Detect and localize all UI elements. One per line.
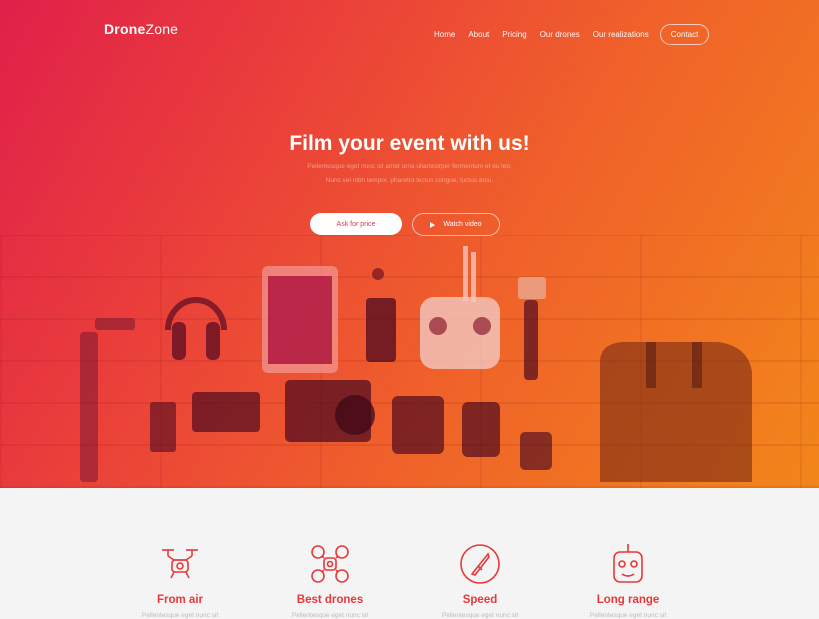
nav-home[interactable]: Home <box>434 30 455 39</box>
contact-button[interactable]: Contact <box>659 24 710 45</box>
logo-light: Zone <box>145 21 179 37</box>
feature-best-drones: Best drones Pellentesque eget nunc sit <box>270 542 390 619</box>
play-icon <box>430 221 436 228</box>
ask-for-price-button[interactable]: Ask for price <box>310 213 402 235</box>
feature-title: From air <box>156 594 203 606</box>
watch-video-button[interactable]: Watch video <box>412 213 500 236</box>
remote-control-icon <box>613 544 643 583</box>
speed-icon <box>460 544 500 584</box>
feature-speed: Speed Pellentesque eget nunc sit <box>420 542 540 619</box>
quadcopter-icon <box>311 545 349 583</box>
watch-video-label: Watch video <box>443 221 482 228</box>
ask-for-price-label: Ask for price <box>336 220 376 228</box>
features-section: From air Pellentesque eget nunc sit Best… <box>0 488 819 619</box>
nav-pricing[interactable]: Pricing <box>502 30 526 39</box>
hero-subtitle-line-1: Pellentesque eget nunc sit amet urna ull… <box>307 163 512 170</box>
hero-title: Film your event with us! <box>289 132 530 155</box>
feature-title: Speed <box>462 594 498 606</box>
nav-about[interactable]: About <box>468 30 489 39</box>
nav-our-drones[interactable]: Our drones <box>540 30 580 39</box>
nav-our-realizations[interactable]: Our realizations <box>593 30 649 39</box>
hero-subtitle-line-2: Nunc vel nibh tempor, pharetra lectus co… <box>325 177 494 184</box>
feature-from-air: From air Pellentesque eget nunc sit <box>120 542 240 619</box>
feature-long-range: Long range Pellentesque eget nunc sit <box>568 542 688 619</box>
feature-title: Long range <box>596 594 660 606</box>
feature-title: Best drones <box>296 594 364 606</box>
logo-bold: Drone <box>104 21 146 37</box>
site-logo[interactable]: DroneZone <box>104 21 178 37</box>
main-nav: Home About Pricing Our drones Our realiz… <box>434 24 710 45</box>
gear-photo <box>80 246 752 482</box>
drone-icon <box>162 549 198 579</box>
hero-section: DroneZone Home About Pricing Our drones … <box>0 0 819 488</box>
